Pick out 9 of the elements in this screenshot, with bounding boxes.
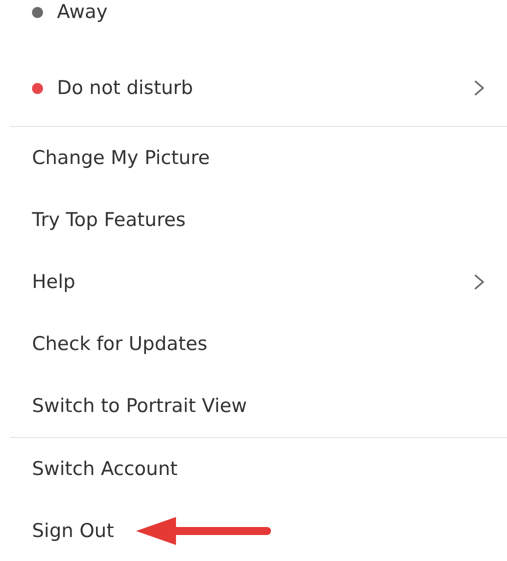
menu-item[interactable]: Help <box>0 251 507 313</box>
menu-item[interactable]: Switch to Portrait View <box>0 375 507 437</box>
menu-item[interactable]: Switch Account <box>0 438 507 500</box>
menu-item[interactable]: Do not disturb <box>0 50 507 126</box>
menu-item[interactable]: Change My Picture <box>0 127 507 189</box>
menu-item[interactable]: Away <box>0 0 507 50</box>
menu-item[interactable]: Sign Out <box>0 500 507 561</box>
menu-item[interactable]: Check for Updates <box>0 313 507 375</box>
menu-item[interactable]: Try Top Features <box>0 189 507 251</box>
